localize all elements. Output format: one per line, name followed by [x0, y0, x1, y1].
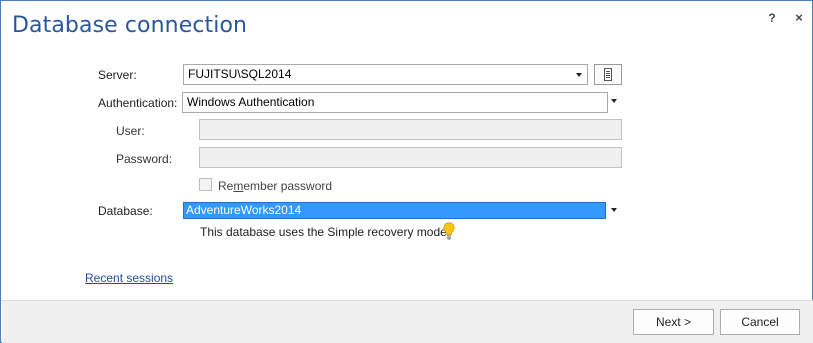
cancel-button[interactable]: Cancel [720, 309, 800, 335]
authentication-label: Authentication: [98, 96, 178, 110]
browse-servers-button[interactable] [594, 64, 622, 85]
chevron-down-icon[interactable] [611, 208, 617, 212]
close-button[interactable]: × [791, 9, 807, 27]
dialog-title: Database connection [12, 13, 248, 38]
chevron-down-icon [576, 73, 582, 77]
lightbulb-icon[interactable] [443, 222, 455, 240]
recent-sessions-link[interactable]: Recent sessions [85, 271, 173, 285]
authentication-value: Windows Authentication [187, 95, 315, 109]
help-button[interactable]: ? [764, 9, 780, 27]
user-label: User: [116, 124, 145, 138]
authentication-combobox[interactable]: Windows Authentication [182, 92, 608, 113]
chevron-down-icon[interactable] [611, 99, 617, 103]
server-value: FUJITSU\SQL2014 [188, 67, 292, 81]
database-connection-dialog: Database connection ? × Server: FUJITSU\… [0, 0, 813, 343]
password-label: Password: [116, 152, 173, 166]
remember-password-label: Remember password [218, 179, 333, 193]
database-combobox[interactable]: AdventureWorks2014 [183, 202, 606, 219]
user-field[interactable] [199, 119, 622, 140]
server-label: Server: [98, 68, 137, 82]
next-button[interactable]: Next > [633, 309, 714, 335]
password-field[interactable] [199, 147, 622, 168]
server-icon [604, 68, 612, 81]
remember-password-checkbox[interactable] [199, 178, 212, 191]
recovery-model-info: This database uses the Simple recovery m… [200, 225, 450, 239]
server-combobox[interactable]: FUJITSU\SQL2014 [183, 64, 588, 85]
database-label: Database: [98, 204, 153, 218]
